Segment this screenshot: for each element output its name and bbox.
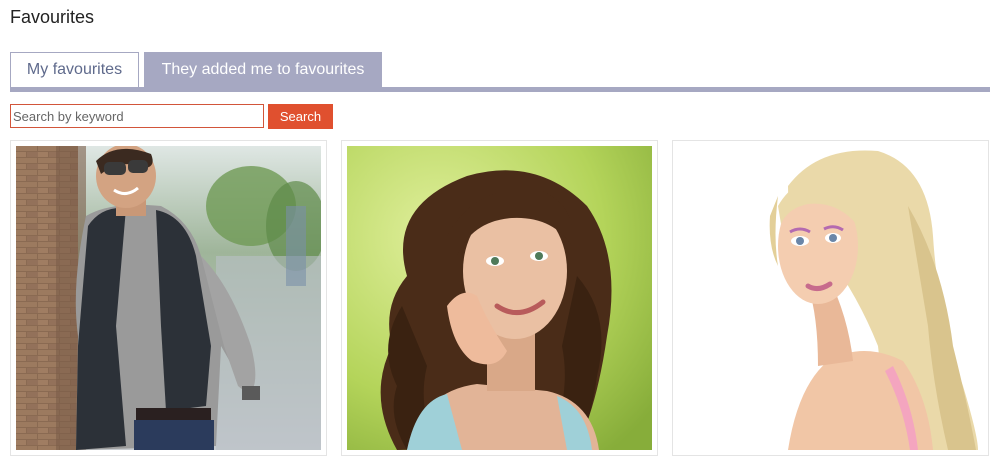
tab-my-favourites[interactable]: My favourites — [10, 52, 139, 87]
favourites-tabs: My favourites They added me to favourite… — [10, 52, 990, 92]
favourite-card[interactable] — [672, 140, 989, 456]
favourite-card[interactable] — [10, 140, 327, 456]
search-input[interactable] — [10, 104, 264, 128]
blonde-woman-portrait-photo[interactable] — [678, 146, 983, 450]
favourites-grid — [10, 140, 990, 456]
favourite-card[interactable] — [341, 140, 658, 456]
man-leaning-against-brick-wall-photo[interactable] — [16, 146, 321, 450]
tab-underline — [10, 87, 990, 92]
curly-haired-woman-smiling-photo[interactable] — [347, 146, 652, 450]
search-button[interactable]: Search — [268, 104, 333, 129]
tab-they-added-me[interactable]: They added me to favourites — [144, 52, 382, 87]
page-title: Favourites — [10, 7, 95, 27]
